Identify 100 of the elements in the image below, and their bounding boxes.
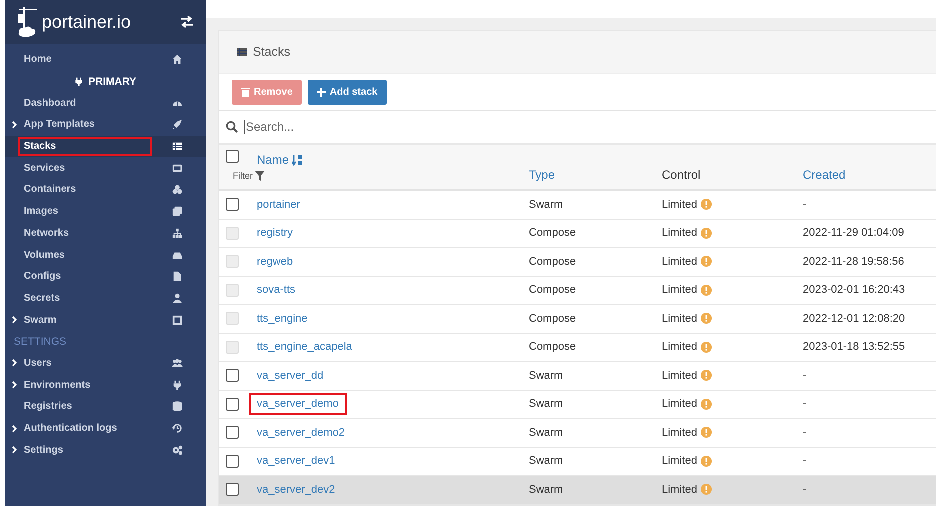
copies-icon xyxy=(172,206,183,218)
table-row[interactable]: va_server_demo Swarm Limited - xyxy=(219,390,936,419)
table-cell-text: Swarm xyxy=(529,426,564,439)
column-header: Control xyxy=(662,167,702,182)
environment-name: PRIMARY xyxy=(88,76,137,88)
plug-icon xyxy=(74,76,84,87)
sidebar-item[interactable]: Dashboard xyxy=(20,96,150,111)
chevron-icon[interactable] xyxy=(12,446,18,454)
chevron-icon[interactable] xyxy=(12,120,18,129)
sidebar-item[interactable]: Authentication logs xyxy=(20,421,150,436)
warning-icon xyxy=(701,370,712,382)
swap-icon[interactable] xyxy=(180,16,194,28)
sidebar-item[interactable]: Home xyxy=(20,52,150,68)
chevron-icon[interactable] xyxy=(12,424,18,433)
cubes-icon xyxy=(172,184,183,196)
table-cell-text: Swarm xyxy=(529,455,564,468)
home-icon xyxy=(172,54,183,66)
row-checkbox[interactable] xyxy=(226,198,239,212)
row-checkbox[interactable] xyxy=(226,398,239,411)
warning-icon xyxy=(701,427,712,438)
table-cell-text: Compose xyxy=(529,341,578,354)
table-cell-text: - xyxy=(803,370,808,382)
brand-name: portainer.io xyxy=(42,12,132,32)
table-cell-text: - xyxy=(803,198,808,211)
warning-icon xyxy=(701,256,712,268)
table-cell: Limited xyxy=(662,284,698,296)
sidebar-item[interactable]: App Templates xyxy=(20,117,150,132)
trash-icon xyxy=(241,87,250,97)
table-cell: Limited xyxy=(662,312,698,325)
list-icon xyxy=(172,162,183,174)
table-cell-text: Compose xyxy=(529,284,578,296)
chevron-icon[interactable] xyxy=(12,316,18,324)
sidebar-item[interactable]: Containers xyxy=(20,182,150,198)
warning-icon xyxy=(701,284,712,296)
table-cell-text: Swarm xyxy=(529,398,564,410)
plus-icon xyxy=(316,88,326,96)
sidebar-item[interactable]: Users xyxy=(20,356,150,371)
panel-title: Stacks xyxy=(253,45,291,59)
history-icon xyxy=(172,423,183,434)
table-cell-text: 2022-12-01 12:08:20 xyxy=(803,312,906,325)
select-all-checkbox[interactable] xyxy=(226,150,239,163)
table-row[interactable]: va_server_dev2 Swarm Limited - xyxy=(219,476,936,504)
filter-icon[interactable] xyxy=(255,171,265,181)
row-checkbox[interactable] xyxy=(226,483,239,496)
file-icon xyxy=(172,271,183,282)
grid-icon xyxy=(172,314,183,326)
table-cell: Limited xyxy=(662,426,698,439)
warning-icon xyxy=(701,199,712,210)
table-cell: Limited xyxy=(662,256,698,268)
sidebar-item[interactable]: Secrets xyxy=(20,290,150,306)
warning-icon xyxy=(701,398,712,410)
chevron-icon[interactable] xyxy=(12,381,18,390)
table-cell-text: Swarm xyxy=(529,370,564,382)
table-cell-text: Swarm xyxy=(529,198,564,211)
stack-name-link[interactable]: va_server_dev1 xyxy=(251,452,342,470)
chevron-icon[interactable] xyxy=(12,359,18,368)
column-header[interactable]: Name xyxy=(257,153,290,167)
stack-name-link[interactable]: va_server_demo2 xyxy=(251,424,352,442)
row-checkbox[interactable] xyxy=(226,454,239,468)
table-row[interactable]: va_server_demo2 Swarm Limited - xyxy=(219,419,936,448)
table-cell-text: Compose xyxy=(529,256,578,268)
sidebar-item[interactable]: Services xyxy=(20,160,150,176)
add-button[interactable]: Add stack xyxy=(308,80,387,104)
warning-icon xyxy=(701,484,712,496)
table-cell-text: - xyxy=(803,398,808,410)
section-heading: SETTINGS xyxy=(14,336,67,348)
table-cell-text: Swarm xyxy=(529,484,564,496)
table-cell: Limited xyxy=(662,484,698,496)
column-header[interactable]: Type xyxy=(529,152,662,182)
column-header[interactable]: Created xyxy=(803,152,936,182)
sort-icon[interactable] xyxy=(292,154,304,166)
sidebar-item[interactable]: Images xyxy=(20,204,150,220)
stack-name-link[interactable]: va_server_dd xyxy=(251,366,330,385)
logo-icon xyxy=(17,5,39,39)
network-icon xyxy=(172,228,183,239)
sidebar-item[interactable]: Swarm xyxy=(20,312,150,328)
stack-name-link[interactable]: va_server_demo xyxy=(251,395,345,414)
sidebar-item[interactable]: Configs xyxy=(20,269,150,284)
stack-name-link[interactable]: portainer xyxy=(251,196,306,214)
row-checkbox[interactable] xyxy=(226,426,239,440)
table-cell-text: Compose xyxy=(529,312,578,325)
filter-label[interactable]: Filter xyxy=(233,171,253,181)
users-icon xyxy=(172,358,183,369)
sidebar-item[interactable]: Registries xyxy=(20,399,150,414)
table-cell: Limited xyxy=(662,370,698,382)
warning-icon xyxy=(701,313,712,324)
warning-icon xyxy=(701,342,712,353)
table-row[interactable]: va_server_dd Swarm Limited - xyxy=(219,362,936,390)
table-cell-text: 2023-02-01 16:20:43 xyxy=(803,284,906,296)
sidebar-item[interactable]: Environments xyxy=(20,378,150,393)
warning-icon xyxy=(701,456,712,467)
table-row[interactable]: portainer Swarm Limited - xyxy=(219,191,936,220)
sidebar-item[interactable]: Settings xyxy=(20,442,150,458)
sidebar-item[interactable]: Volumes xyxy=(20,248,150,263)
gears-icon xyxy=(172,444,183,456)
row-checkbox[interactable] xyxy=(226,369,239,382)
table-cell: Limited xyxy=(662,198,698,211)
sidebar-item[interactable]: Networks xyxy=(20,226,150,241)
table-cell: Limited xyxy=(662,227,698,240)
plug-icon xyxy=(172,380,183,391)
